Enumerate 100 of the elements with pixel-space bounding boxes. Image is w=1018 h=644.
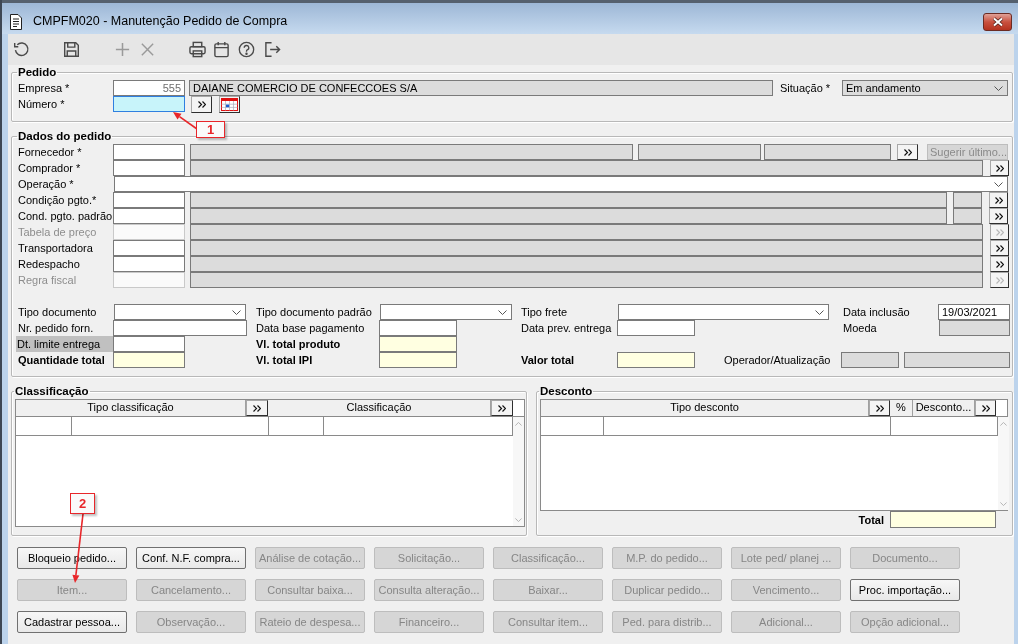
field-label: Redespacho <box>18 257 81 271</box>
field-label: Data prev. entrega <box>521 321 613 335</box>
lookup-button[interactable] <box>989 208 1008 224</box>
chevron-down-icon <box>994 85 1003 91</box>
double-chevron-icon <box>875 404 884 412</box>
double-chevron-icon <box>498 404 506 412</box>
callout-arrow <box>173 112 198 130</box>
document-icon <box>10 14 22 30</box>
lookup-button[interactable] <box>869 400 890 416</box>
code-field[interactable] <box>113 192 185 208</box>
action-button[interactable]: Proc. importação... <box>850 579 960 601</box>
code-field[interactable] <box>113 208 185 224</box>
close-icon <box>991 17 1004 27</box>
field-label: Operação * <box>18 177 75 191</box>
chevron-down-icon <box>994 181 1003 187</box>
save-icon[interactable] <box>63 41 80 58</box>
double-chevron-icon <box>995 244 1004 252</box>
field-label: Valor total <box>521 353 576 367</box>
field-label: Situação * <box>780 81 832 95</box>
callout-label: 2 <box>70 493 95 514</box>
field-label: Moeda <box>843 321 878 335</box>
calendar-icon <box>221 97 238 111</box>
field-label: Total <box>858 512 884 527</box>
code-field[interactable] <box>113 256 185 272</box>
double-chevron-icon <box>995 164 1004 172</box>
lookup-button[interactable] <box>246 400 268 416</box>
group-title: Dados do pedido <box>17 130 113 142</box>
field-label: Comprador * <box>18 161 82 175</box>
input-field[interactable] <box>113 96 185 112</box>
group-title: Pedido <box>17 66 58 78</box>
calendar-icon[interactable] <box>213 41 230 58</box>
lookup-button[interactable] <box>990 224 1009 240</box>
close-button[interactable] <box>983 13 1012 31</box>
field-label: Tabela de preço <box>18 225 98 239</box>
field-label: Nr. pedido forn. <box>18 321 95 335</box>
column-header[interactable]: % <box>890 400 913 416</box>
input-field[interactable] <box>617 320 695 336</box>
field-label: Número * <box>18 97 66 111</box>
readonly-field <box>841 352 899 368</box>
help-icon[interactable] <box>238 41 255 58</box>
column-header[interactable]: Tipo desconto <box>541 400 869 416</box>
column-header[interactable]: Tipo classificação <box>16 400 246 416</box>
action-button[interactable]: Conf. N.F. compra... <box>136 547 246 569</box>
double-chevron-icon <box>903 148 912 156</box>
field-label: Condição pgto.* <box>18 193 98 207</box>
dropdown[interactable] <box>114 176 1008 192</box>
column-header[interactable]: Classificação <box>268 400 491 416</box>
input-field[interactable] <box>113 320 247 336</box>
exit-icon[interactable] <box>264 41 281 58</box>
group-title: Desconto <box>539 385 594 397</box>
lookup-button[interactable] <box>491 400 513 416</box>
code-field[interactable] <box>113 144 185 160</box>
field-label: Vl. total IPI <box>256 353 314 367</box>
field-label: Operador/Atualização <box>724 353 832 367</box>
lookup-button[interactable] <box>897 144 918 160</box>
lookup-button[interactable] <box>990 240 1009 256</box>
field-label: Tipo documento <box>18 305 98 319</box>
action-button[interactable]: Cadastrar pessoa... <box>17 611 127 633</box>
double-chevron-icon <box>995 276 1004 284</box>
input-field[interactable]: 19/03/2021 <box>938 304 1010 320</box>
field-label: Regra fiscal <box>18 273 78 287</box>
code-field[interactable]: 555 <box>113 80 185 96</box>
dropdown[interactable] <box>114 304 246 320</box>
printer-icon[interactable] <box>189 41 206 58</box>
double-chevron-icon <box>994 196 1003 204</box>
field-label: Quantidade total <box>18 353 106 367</box>
dropdown[interactable] <box>380 304 512 320</box>
readonly-field <box>939 320 1010 336</box>
window-title: CMPFM020 - Manutenção Pedido de Compra <box>33 14 288 28</box>
chevron-down-icon <box>232 309 241 315</box>
field-label: Dt. limite entrega <box>16 336 113 352</box>
status-dropdown[interactable]: Em andamento <box>842 80 1008 96</box>
undo-icon[interactable] <box>13 41 30 58</box>
double-chevron-icon <box>994 212 1003 220</box>
column-header[interactable]: Desconto... <box>913 400 975 416</box>
chevron-down-icon <box>815 309 824 315</box>
dropdown[interactable] <box>618 304 829 320</box>
double-chevron-icon <box>253 404 261 412</box>
callout-label: 1 <box>196 121 225 138</box>
lookup-button[interactable] <box>990 160 1009 176</box>
double-chevron-icon <box>995 260 1004 268</box>
code-field[interactable] <box>113 160 185 176</box>
group-title: Classificação <box>14 385 90 397</box>
lookup-button[interactable] <box>975 400 996 416</box>
total-field <box>113 352 185 368</box>
lookup-button[interactable] <box>990 272 1009 288</box>
double-chevron-icon <box>995 228 1004 236</box>
readonly-field <box>953 208 982 224</box>
field-label: Transportadora <box>18 241 94 255</box>
field-label: Data base pagamento <box>256 321 366 335</box>
readonly-field <box>953 192 982 208</box>
input-field[interactable] <box>113 336 185 352</box>
lookup-button[interactable] <box>989 192 1008 208</box>
readonly-field: DAIANE COMERCIO DE CONFECCOES S/A <box>189 80 773 96</box>
input-field[interactable] <box>379 320 457 336</box>
lookup-button[interactable] <box>990 256 1009 272</box>
field-label: Tipo documento padrão <box>256 305 373 319</box>
field-label: Data inclusão <box>843 305 911 319</box>
code-field[interactable] <box>113 240 185 256</box>
double-chevron-icon <box>197 100 206 108</box>
